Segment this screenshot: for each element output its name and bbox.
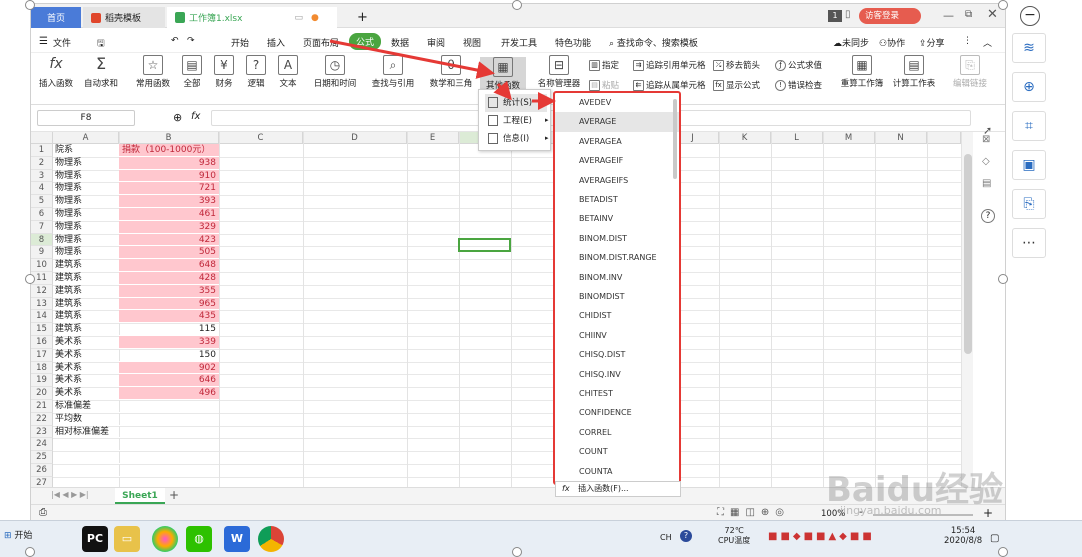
- resize-handle[interactable]: [25, 274, 35, 284]
- resize-handle[interactable]: [512, 547, 522, 557]
- resize-handle[interactable]: [25, 547, 35, 557]
- resize-handle[interactable]: [998, 547, 1008, 557]
- resize-handle[interactable]: [512, 0, 522, 10]
- baidu-watermark-url: jingyan.baidu.com: [840, 504, 942, 517]
- arrow-to-stats: [493, 80, 512, 101]
- resize-handle[interactable]: [25, 0, 35, 10]
- arrow-to-formula-tab: [329, 39, 495, 79]
- resize-handle[interactable]: [998, 274, 1008, 284]
- resize-handle[interactable]: [998, 0, 1008, 10]
